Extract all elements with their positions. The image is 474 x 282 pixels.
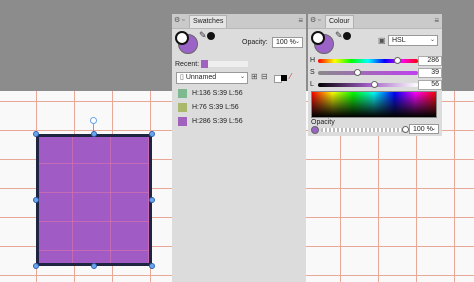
- saturation-value[interactable]: 39: [418, 68, 442, 78]
- recent-label: Recent:: [175, 61, 200, 68]
- tab-colour[interactable]: Colour: [325, 15, 354, 28]
- document-icon: ▯: [180, 74, 184, 81]
- opacity-slider[interactable]: [321, 128, 405, 132]
- opacity-value: 100 %: [276, 39, 296, 46]
- hue-slider[interactable]: [318, 59, 418, 63]
- swatch-label: H:76 S:39 L:56: [192, 104, 239, 111]
- swatches-panel: ⚙ ▫ Swatches ≡ ✎ Opacity: 100 % ⌄ Recent…: [172, 14, 306, 282]
- colour-opacity-value: 100 %: [413, 126, 433, 133]
- swatch-olive[interactable]: [178, 103, 187, 112]
- dropdown-arrow-icon: ⌄: [239, 74, 245, 80]
- colour-spectrum[interactable]: [311, 91, 437, 118]
- swatch-label: H:136 S:39 L:56: [192, 90, 243, 97]
- lightness-slider-knob[interactable]: [370, 81, 378, 88]
- lightness-slider[interactable]: [318, 83, 418, 87]
- dropdown-arrow-icon: ⌄: [430, 126, 436, 132]
- slider-label-h: H: [310, 57, 316, 64]
- selection-handle-right[interactable]: [149, 197, 155, 203]
- lightness-value[interactable]: 56: [418, 80, 442, 90]
- colour-titlebar: ⚙ ▫ Colour ≡: [308, 14, 442, 29]
- colour-opacity-dropdown[interactable]: 100 % ⌄: [409, 124, 439, 134]
- stroke-colour-well[interactable]: [311, 31, 325, 45]
- selection-handle-left[interactable]: [33, 197, 39, 203]
- swatches-titlebar: ⚙ ▫ Swatches ≡: [172, 14, 306, 29]
- recent-swatch[interactable]: [201, 60, 208, 68]
- slider-label-s: S: [310, 69, 315, 76]
- selection-handle-top-right[interactable]: [149, 131, 155, 137]
- gear-icon[interactable]: ⚙: [310, 16, 316, 26]
- rotation-handle[interactable]: [90, 117, 97, 124]
- dropdown-arrow-icon: ⌄: [294, 39, 300, 45]
- recent-strip: [208, 61, 248, 67]
- colour-panel: ⚙ ▫ Colour ≡ ✎ ▣ HSL ⌄ H 286 S 39 L 56 O…: [308, 14, 442, 136]
- colour-picker-icon[interactable]: ✎: [335, 30, 343, 41]
- saturation-slider[interactable]: [318, 71, 418, 75]
- hue-value[interactable]: 286: [418, 56, 442, 66]
- selected-rectangle[interactable]: [36, 134, 152, 266]
- list-view-icon[interactable]: ⊟: [261, 72, 268, 82]
- panel-menu-icon[interactable]: ≡: [434, 16, 439, 25]
- selection-handle-top[interactable]: [91, 131, 97, 137]
- saturation-slider-knob[interactable]: [353, 69, 361, 76]
- colour-mode-value: HSL: [392, 37, 406, 44]
- opacity-label: Opacity:: [242, 39, 268, 46]
- dropdown-arrow-icon: ⌄: [429, 37, 435, 43]
- gear-icon[interactable]: ⚙: [174, 16, 180, 26]
- black-dot-icon: [207, 32, 215, 40]
- selection-handle-bottom-left[interactable]: [33, 263, 39, 269]
- black-swatch[interactable]: [281, 75, 287, 81]
- colour-model-icon: ▣: [378, 36, 386, 45]
- palette-name: Unnamed: [185, 74, 217, 81]
- hue-slider-knob[interactable]: [393, 57, 401, 64]
- slider-label-l: L: [310, 81, 314, 88]
- palette-dropdown[interactable]: ▯ Unnamed ⌄: [176, 72, 248, 84]
- colour-picker-icon[interactable]: ✎: [199, 30, 207, 41]
- opacity-slider-knob[interactable]: [401, 126, 409, 133]
- stroke-colour-well[interactable]: [175, 31, 189, 45]
- swatch-green[interactable]: [178, 89, 187, 98]
- swatch-label: H:286 S:39 L:56: [192, 118, 243, 125]
- grid-view-icon[interactable]: ⊞: [251, 72, 258, 82]
- detach-icon[interactable]: ▫: [318, 16, 320, 26]
- none-swatch-icon[interactable]: ⁄: [290, 72, 291, 82]
- detach-icon[interactable]: ▫: [182, 16, 184, 26]
- selection-handle-top-left[interactable]: [33, 131, 39, 137]
- selection-handle-bottom[interactable]: [91, 263, 97, 269]
- opacity-dropdown[interactable]: 100 % ⌄: [272, 37, 303, 48]
- panel-menu-icon[interactable]: ≡: [298, 16, 303, 25]
- selection-handle-bottom-right[interactable]: [149, 263, 155, 269]
- black-dot-icon: [343, 32, 351, 40]
- tab-swatches[interactable]: Swatches: [189, 15, 228, 28]
- grid-overlay: [39, 137, 149, 263]
- opacity-preview-chip: [311, 126, 319, 134]
- swatch-purple[interactable]: [178, 117, 187, 126]
- colour-mode-dropdown[interactable]: HSL ⌄: [388, 35, 438, 46]
